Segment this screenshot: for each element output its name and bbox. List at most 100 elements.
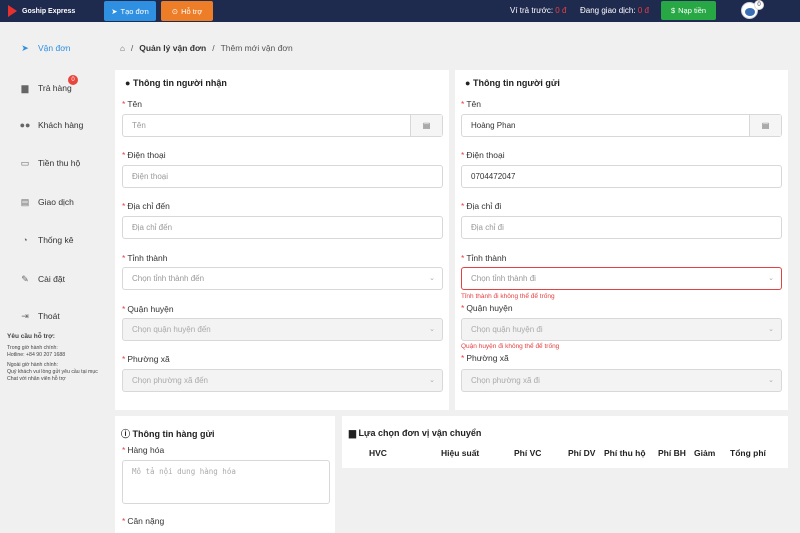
receiver-ward-label: * Phường xã	[122, 354, 170, 364]
receiver-district-select[interactable]: Chọn quận huyện đến ⌄	[122, 318, 443, 341]
info-icon: ⓘ	[121, 429, 131, 439]
column-header-service-fee: Phí DV	[568, 448, 596, 458]
logo[interactable]: Goship Express	[8, 5, 75, 17]
sidebar-item-tra-hang[interactable]: ▆ Trả hàng 0	[0, 75, 104, 97]
receiver-province-select[interactable]: Chọn tỉnh thành đến ⌄	[122, 267, 443, 290]
receiver-province-placeholder: Chọn tỉnh thành đến	[132, 274, 205, 283]
receiver-address-placeholder: Địa chỉ đến	[132, 223, 173, 232]
sidebar-item-label: Khách hàng	[38, 120, 84, 130]
home-icon[interactable]: ⌂	[120, 44, 125, 53]
sender-province-placeholder: Chọn tỉnh thành đi	[471, 274, 536, 283]
sender-phone-label: * Điện thoại	[461, 150, 505, 160]
sender-address-label: * Địa chỉ đi	[461, 201, 502, 211]
carrier-title-text: Lựa chọn đơn vị vận chuyển	[358, 428, 482, 438]
goods-description-textarea[interactable]: Mô tả nội dung hàng hóa	[122, 460, 330, 504]
chevron-down-icon: ⌄	[429, 326, 435, 333]
support-office-hours: Trong giờ hành chính: Hotline: +84 90 207…	[7, 345, 102, 359]
breadcrumb: ⌂ / Quản lý vận đơn / Thêm mới vận đơn	[120, 43, 293, 53]
receiver-name-input[interactable]: Tên ▤	[122, 114, 443, 137]
after-hours-label: Ngoài giờ hành chính:	[7, 361, 58, 368]
sender-phone-value: 0704472047	[471, 172, 516, 181]
chevron-down-icon: ⌄	[768, 326, 774, 333]
sidebar-item-label: Thống kê	[38, 235, 74, 245]
goods-weight-label: * Cân nặng	[122, 516, 165, 526]
column-header-hvc: HVC	[369, 448, 387, 458]
app-name: Goship Express	[22, 7, 76, 15]
receiver-address-input[interactable]: Địa chỉ đến	[122, 216, 443, 239]
breadcrumb-parent[interactable]: Quản lý vận đơn	[139, 43, 206, 53]
transacting-value: 0 đ	[637, 6, 649, 15]
receiver-ward-select[interactable]: Chọn phường xã đến ⌄	[122, 369, 443, 392]
sender-address-placeholder: Địa chỉ đi	[471, 223, 504, 232]
sender-name-input[interactable]: Hoàng Phan ▤	[461, 114, 782, 137]
sender-name-value: Hoàng Phan	[471, 121, 516, 130]
sender-ward-placeholder: Chọn phường xã đi	[471, 376, 540, 385]
receiver-address-label: * Địa chỉ đến	[122, 201, 170, 211]
create-order-label: Tạo đơn	[120, 6, 149, 16]
sender-ward-select[interactable]: Chọn phường xã đi ⌄	[461, 369, 782, 392]
sidebar-item-label: Tiền thu hộ	[38, 158, 81, 168]
sidebar-item-thoat[interactable]: ⇥ Thoát	[0, 307, 104, 325]
after-hours-text: Quý khách vui lòng gửi yêu cầu tại mục C…	[7, 368, 98, 382]
receiver-title: ● Thông tin người nhận	[125, 78, 227, 88]
goods-card: ⓘ Thông tin hàng gửi * Hàng hóa Mô tả nội…	[115, 416, 335, 533]
receiver-ward-placeholder: Chọn phường xã đến	[132, 376, 208, 385]
support-button[interactable]: ⊙ Hỗ trợ	[161, 1, 213, 21]
wrench-icon: ✎	[21, 273, 29, 284]
receiver-name-label: * Tên	[122, 99, 142, 109]
breadcrumb-separator: /	[130, 43, 134, 53]
logo-mark-icon	[8, 5, 17, 17]
transacting-amount: Đang giao dịch: 0 đ	[580, 6, 649, 15]
support-title: Yêu cầu hỗ trợ:	[7, 333, 55, 340]
sidebar-item-label: Vận đơn	[38, 43, 71, 53]
top-bar: Goship Express ➤ Tạo đơn ⊙ Hỗ trợ Ví trả…	[0, 0, 800, 22]
breadcrumb-current: Thêm mới vận đơn	[220, 43, 293, 53]
column-header-cod-fee: Phí thu hộ	[604, 448, 646, 458]
chevron-down-icon: ⌄	[768, 377, 774, 384]
chevron-down-icon: ⌄	[429, 377, 435, 384]
address-book-icon[interactable]: ▤	[410, 115, 442, 136]
goods-description-placeholder: Mô tả nội dung hàng hóa	[132, 467, 236, 476]
goods-title: ⓘ Thông tin hàng gửi	[121, 427, 215, 440]
sender-province-error: Tỉnh thành đi không thể để trống	[461, 293, 555, 300]
support-label: Hỗ trợ	[181, 6, 203, 16]
truck-icon: ▆	[21, 82, 29, 93]
sender-province-label: * Tỉnh thành	[461, 253, 507, 263]
office-hours-label: Trong giờ hành chính:	[7, 344, 58, 351]
sidebar-item-label: Giao dịch	[38, 197, 74, 207]
sidebar-item-giao-dich[interactable]: ▤ Giao dịch	[0, 193, 104, 211]
sender-district-select[interactable]: Chọn quận huyện đi ⌄	[461, 318, 782, 341]
receiver-card: ● Thông tin người nhận * Tên Tên ▤ * Điện …	[115, 70, 449, 410]
receiver-phone-input[interactable]: Điện thoại	[122, 165, 443, 188]
sender-district-placeholder: Chọn quận huyện đi	[471, 325, 543, 334]
paper-plane-icon: ➤	[21, 42, 29, 53]
sidebar-item-tien-thu-ho[interactable]: ▭ Tiền thu hộ	[0, 154, 104, 172]
user-icon: ●	[125, 78, 131, 88]
receiver-phone-label: * Điện thoại	[122, 150, 166, 160]
sidebar-item-label: Cài đặt	[38, 274, 65, 284]
column-header-discount: Giảm	[694, 448, 716, 458]
topup-button[interactable]: $ Nạp tiền	[661, 1, 716, 20]
plane-icon: ➤	[111, 6, 118, 16]
goods-items-label: * Hàng hóa	[122, 445, 165, 455]
prepay-value: 0 đ	[555, 6, 567, 15]
sender-ward-label: * Phường xã	[461, 353, 509, 363]
sidebar-item-van-don[interactable]: ➤ Vận đơn	[0, 39, 104, 57]
hotline: Hotline: +84 90 207 1688	[7, 351, 66, 358]
sidebar-item-label: Trả hàng	[38, 83, 72, 93]
support-after-hours: Ngoài giờ hành chính: Quý khách vui lòng …	[7, 362, 102, 383]
sidebar-item-khach-hang[interactable]: ●● Khách hàng	[0, 116, 104, 134]
users-icon: ●●	[19, 120, 31, 130]
goods-title-text: Thông tin hàng gửi	[132, 429, 215, 439]
sender-address-input[interactable]: Địa chỉ đi	[461, 216, 782, 239]
chevron-down-icon: ⌄	[429, 275, 435, 282]
sender-phone-input[interactable]: 0704472047	[461, 165, 782, 188]
address-book-icon[interactable]: ▤	[749, 115, 781, 136]
sidebar-item-cai-dat[interactable]: ✎ Cài đặt	[0, 270, 104, 288]
truck-icon: ▆	[349, 428, 356, 438]
sidebar-item-thong-ke[interactable]: ◔ Thống kê	[0, 231, 104, 249]
sender-province-select[interactable]: Chọn tỉnh thành đi ⌄	[461, 267, 782, 290]
create-order-button[interactable]: ➤ Tạo đơn	[104, 1, 156, 21]
returns-badge: 0	[68, 75, 78, 85]
topup-label: Nạp tiền	[678, 6, 707, 15]
